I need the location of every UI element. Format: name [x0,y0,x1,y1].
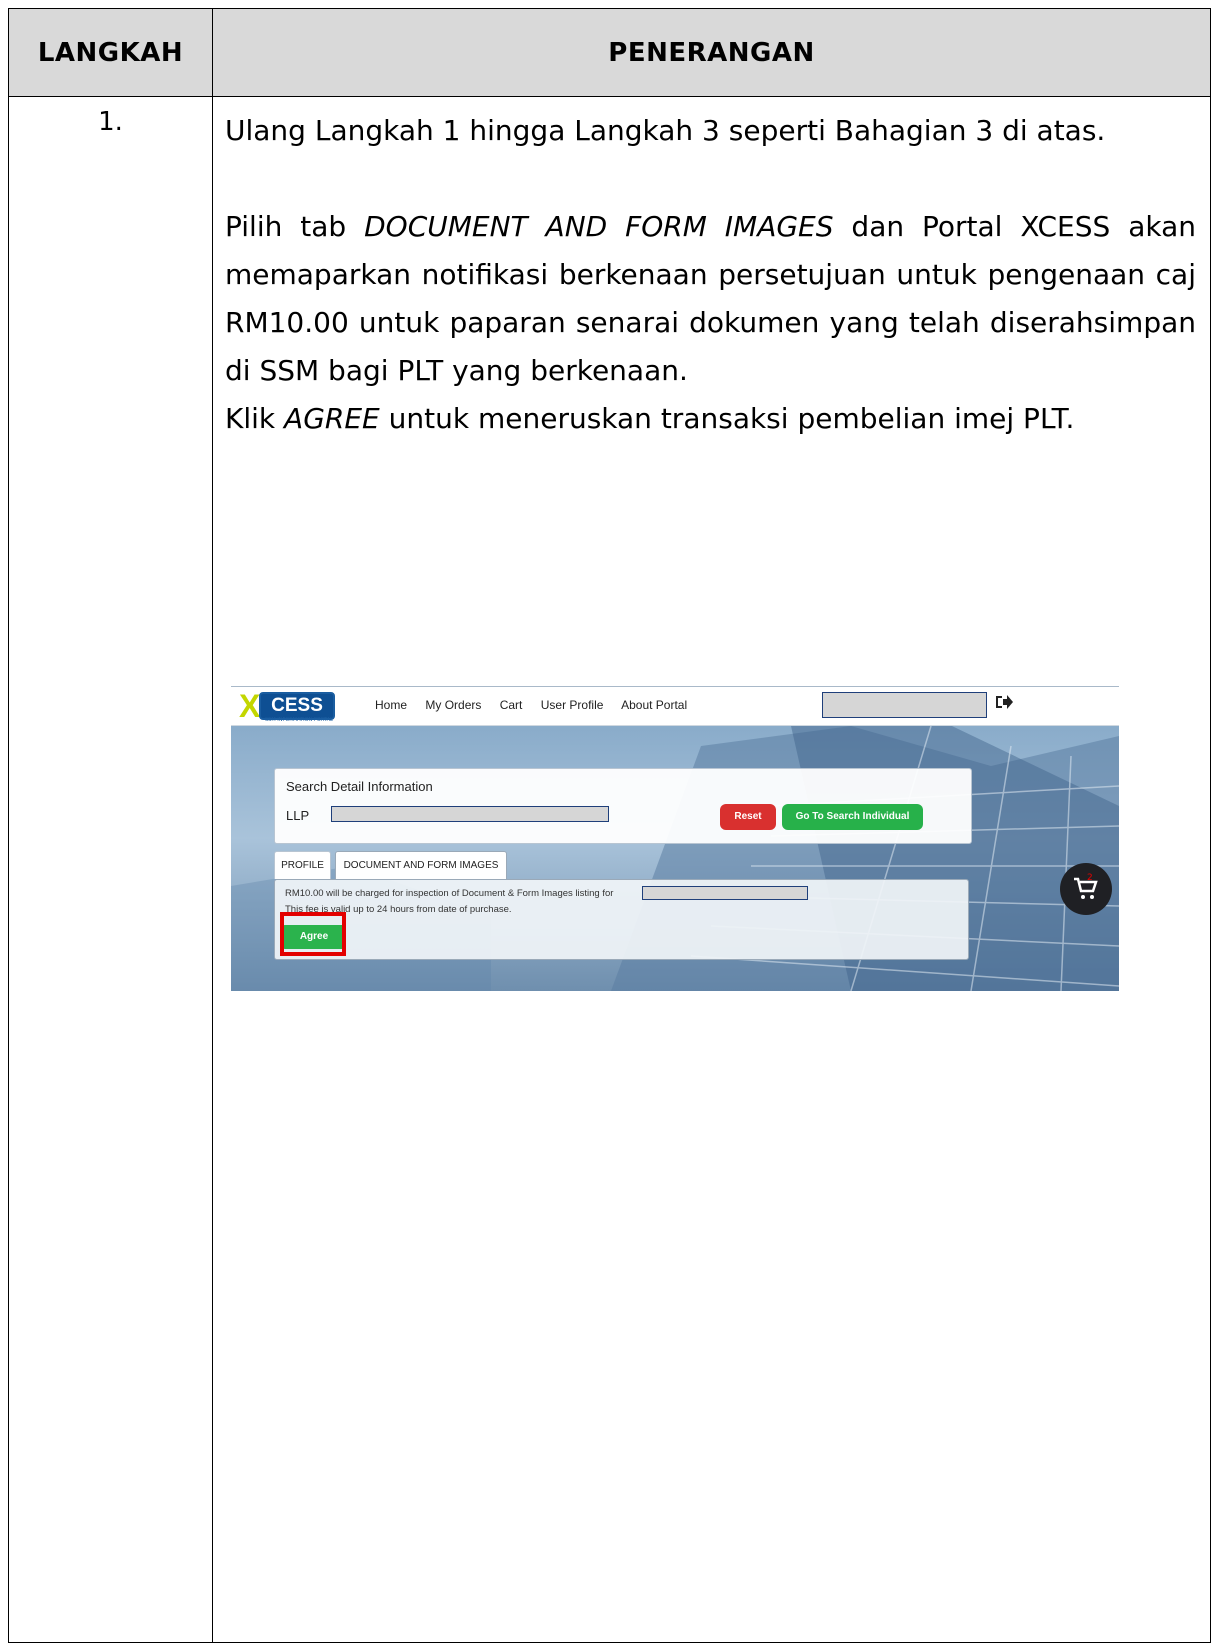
xcess-logo: X CESS SSM INFORMATION PORTAL [237,689,335,723]
paragraph-text: untuk meneruskan transaksi pembelian ime… [379,402,1075,435]
logout-icon[interactable] [995,693,1013,717]
document-page: LANGKAH PENERANGAN 1. Ulang Langkah 1 hi… [0,0,1219,1646]
tab-name-emphasis: DOCUMENT AND FORM IMAGES [364,210,834,243]
nav-about-portal[interactable]: About Portal [621,698,687,712]
agree-emphasis: AGREE [284,402,380,435]
tab-profile[interactable]: PROFILE [274,851,331,879]
cart-badge: 2 [1087,873,1093,883]
agree-highlight-box [280,912,346,956]
paragraph-text: Klik [225,402,285,435]
nav-links: Home My Orders Cart User Profile About P… [375,698,702,712]
logo-x: X [239,688,261,724]
nav-user-profile[interactable]: User Profile [541,698,604,712]
step-number: 1. [8,96,213,1643]
portal-navbar: X CESS SSM INFORMATION PORTAL Home My Or… [231,686,1119,726]
paragraph-repeat-steps: Ulang Langkah 1 hingga Langkah 3 seperti… [225,114,1106,147]
table-row: 1. Ulang Langkah 1 hingga Langkah 3 sepe… [8,96,1211,1643]
paragraph-click-agree: Klik AGREE untuk meneruskan transaksi pe… [225,395,1210,443]
cart-icon[interactable]: 2 [1060,863,1112,915]
nav-cart[interactable]: Cart [500,698,523,712]
paragraph-select-tab: Pilih tab DOCUMENT AND FORM IMAGES dan P… [225,203,1210,395]
reset-button[interactable]: Reset [720,804,776,830]
tab-document-and-form-images[interactable]: DOCUMENT AND FORM IMAGES [335,851,507,879]
xcess-portal-screenshot: X CESS SSM INFORMATION PORTAL Home My Or… [231,686,1119,991]
llp-label: LLP [286,808,310,823]
redacted-llp-field [331,806,609,822]
charge-notice-panel: RM10.00 will be charged for inspection o… [274,879,969,960]
step-table: LANGKAH PENERANGAN 1. Ulang Langkah 1 hi… [8,8,1211,1643]
redacted-company-field [642,886,808,900]
search-detail-title: Search Detail Information [286,779,433,794]
go-to-search-individual-button[interactable]: Go To Search Individual [782,804,923,830]
header-penerangan: PENERANGAN [212,8,1211,97]
redacted-user-field [822,692,987,718]
table-header-row: LANGKAH PENERANGAN [8,8,1211,97]
search-detail-panel: Search Detail Information LLP Reset Go T… [274,768,972,844]
paragraph-text: Pilih tab [225,210,365,243]
nav-my-orders[interactable]: My Orders [425,698,481,712]
logo-text: CESS [259,692,335,720]
logo-tagline: SSM INFORMATION PORTAL [265,717,333,723]
charge-notice-text: RM10.00 will be charged for inspection o… [285,888,614,899]
nav-home[interactable]: Home [375,698,407,712]
step-description: Ulang Langkah 1 hingga Langkah 3 seperti… [212,96,1211,1643]
header-langkah: LANGKAH [8,8,213,97]
